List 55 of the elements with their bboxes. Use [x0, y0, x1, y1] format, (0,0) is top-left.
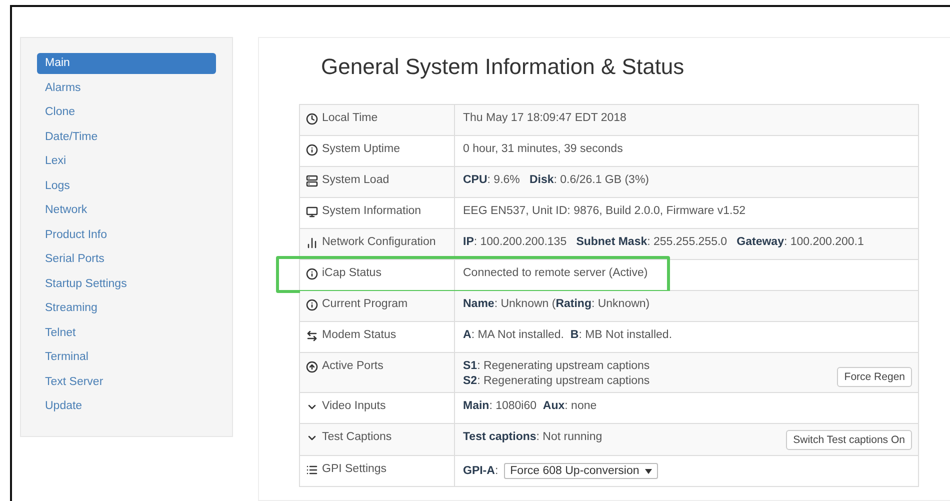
sidebar-item[interactable]: Alarms	[37, 78, 216, 98]
row-value: CPU: 9.6% Disk: 0.6/26.1 GB (3%)	[463, 174, 650, 186]
server-icon	[306, 175, 318, 187]
sidebar-item[interactable]: Terminal	[37, 347, 216, 368]
sidebar-item[interactable]: Streaming	[37, 298, 216, 318]
sidebar-item[interactable]: Serial Ports	[37, 249, 216, 270]
row-value: Name: Unknown (Rating: Unknown)	[463, 298, 650, 310]
sidebar-item[interactable]: Text Server	[37, 372, 216, 392]
sidebar-item[interactable]: Date/Time	[37, 126, 216, 147]
caret-icon	[645, 468, 652, 474]
row-value: IP: 100.200.200.135 Subnet Mask: 255.255.255.0 Gateway: 100.200.200.1	[463, 236, 864, 248]
list-icon	[306, 464, 318, 476]
row-label: Active Ports	[322, 360, 384, 372]
row-value: Main: 1080i60 Aux: none	[463, 400, 597, 412]
row-label: Video Inputs	[322, 400, 386, 412]
row-label: Test Captions	[322, 431, 392, 443]
row-value: GPI-A:	[463, 465, 498, 477]
page-title: General System Information & Status	[321, 54, 686, 80]
row-value: Connected to remote server (Active)	[463, 267, 648, 279]
sidebar-item[interactable]: Startup Settings	[37, 274, 216, 294]
row-label: Network Configuration	[322, 236, 436, 248]
row-value: 0 hour, 31 minutes, 39 seconds	[463, 143, 623, 155]
row-value: S1: Regenerating upstream captions	[463, 360, 650, 372]
row-label: Local Time	[322, 112, 378, 124]
clock-icon	[306, 113, 318, 125]
row-label: GPI Settings	[322, 463, 387, 475]
row-value: S2: Regenerating upstream captions	[463, 375, 650, 387]
arrow-up-circle-icon	[306, 361, 318, 373]
sidebar-item[interactable]: Clone	[37, 102, 216, 122]
action-button[interactable]: Switch Test captions On	[786, 430, 912, 450]
info-icon	[306, 144, 318, 156]
row-label: System Load	[322, 174, 390, 186]
arrows-icon	[306, 330, 318, 342]
sidebar-item[interactable]: Product Info	[37, 224, 216, 245]
sidebar-item[interactable]: Lexi	[37, 151, 216, 172]
row-label: System Information	[322, 205, 422, 217]
row-label: Modem Status	[322, 329, 396, 341]
sidebar-item[interactable]: Update	[37, 396, 216, 416]
sidebar-item[interactable]: Telnet	[37, 322, 216, 343]
action-button[interactable]: Force Regen	[837, 367, 912, 387]
dropdown[interactable]: Force 608 Up-conversion	[504, 463, 658, 479]
row-label: System Uptime	[322, 143, 400, 155]
row-label: Current Program	[322, 298, 408, 310]
row-value: A: MA Not installed. B: MB Not installed.	[463, 329, 672, 341]
monitor-icon	[306, 206, 318, 218]
row-label: iCap Status	[322, 267, 382, 279]
signal-bars-icon	[306, 237, 318, 249]
row-value: Thu May 17 18:09:47 EDT 2018	[463, 112, 626, 124]
sidebar-item[interactable]: Main	[37, 53, 216, 74]
info-icon	[306, 268, 318, 280]
info-icon	[306, 299, 318, 311]
row-value: EEG EN537, Unit ID: 9876, Build 2.0.0, Firmware v1.52	[463, 205, 746, 217]
sidebar-item[interactable]: Network	[37, 200, 216, 220]
sidebar-item[interactable]: Logs	[37, 176, 216, 196]
row-value: Test captions: Not running	[463, 431, 602, 443]
